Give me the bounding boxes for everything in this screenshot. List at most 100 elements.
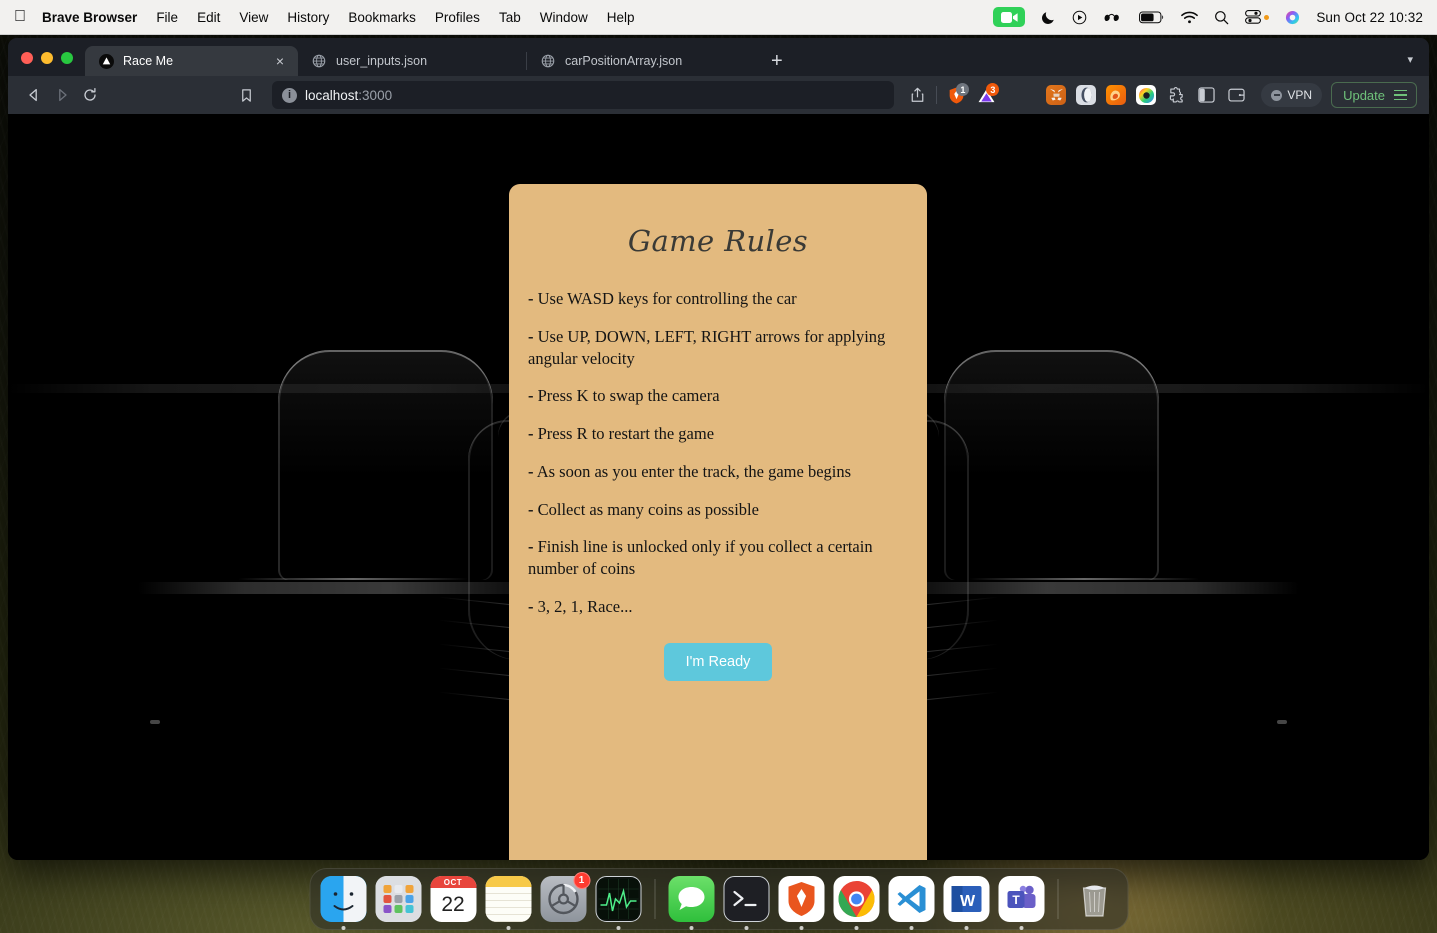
headphones-icon[interactable] xyxy=(1103,11,1123,23)
dock-item-google-chrome[interactable] xyxy=(832,875,880,930)
menu-item-bookmarks[interactable]: Bookmarks xyxy=(348,10,416,25)
running-indicator xyxy=(506,926,510,930)
apple-icon[interactable]:  xyxy=(14,9,26,25)
brave-shields-icon[interactable]: 1 xyxy=(941,81,971,109)
ready-button-row: I'm Ready xyxy=(509,642,927,681)
address-bar[interactable]: i localhost:3000 xyxy=(272,81,895,109)
screen-record-icon[interactable] xyxy=(993,7,1026,27)
dock-item-trash[interactable] xyxy=(1070,875,1118,923)
reload-icon[interactable] xyxy=(76,81,104,109)
menu-item-file[interactable]: File xyxy=(156,10,178,25)
puzzle-icon[interactable] xyxy=(1161,81,1191,109)
menu-item-edit[interactable]: Edit xyxy=(197,10,220,25)
minimize-window-button[interactable] xyxy=(41,52,53,64)
globe-icon xyxy=(540,53,556,69)
dock-item-activity-monitor[interactable] xyxy=(594,875,642,930)
dock-item-brave-browser[interactable] xyxy=(777,875,825,930)
settings-badge: 1 xyxy=(573,872,590,889)
tab-title: user_inputs.json xyxy=(336,54,428,68)
url-host: localhost xyxy=(305,87,359,103)
dock-item-microsoft-teams[interactable]: T xyxy=(997,875,1045,930)
tab-user-inputs-json[interactable]: user_inputs.json xyxy=(298,46,526,76)
new-tab-button[interactable]: + xyxy=(755,51,797,76)
rule-text: As soon as you enter the track, the game… xyxy=(536,461,852,481)
info-icon[interactable]: i xyxy=(282,87,297,103)
rule-text: Press R to restart the game xyxy=(537,424,715,444)
close-icon[interactable]: × xyxy=(272,53,288,69)
running-indicator xyxy=(616,926,620,930)
do-not-disturb-icon[interactable] xyxy=(1041,10,1056,25)
dock-item-finder[interactable] xyxy=(319,875,367,930)
color-wheel-icon[interactable] xyxy=(1131,81,1161,109)
dock-divider xyxy=(1057,879,1058,919)
running-indicator xyxy=(689,926,693,930)
menu-item-tab[interactable]: Tab xyxy=(499,10,521,25)
running-indicator xyxy=(744,926,748,930)
update-button[interactable]: Update xyxy=(1331,82,1417,108)
bullet-dash: - xyxy=(528,461,534,481)
dock-item-system-settings[interactable]: 1 xyxy=(539,872,590,923)
vpn-button[interactable]: VPN xyxy=(1261,83,1323,107)
menu-item-history[interactable]: History xyxy=(287,10,329,25)
maximize-window-button[interactable] xyxy=(61,52,73,64)
tab-title: carPositionArray.json xyxy=(565,54,683,68)
dock-item-calendar[interactable]: OCT 22 xyxy=(429,875,477,923)
dock-item-messages[interactable] xyxy=(667,875,715,930)
dock-item-terminal[interactable] xyxy=(722,875,770,930)
menu-app-name[interactable]: Brave Browser xyxy=(42,10,137,25)
vercel-triangle-icon[interactable]: 3 xyxy=(971,81,1001,109)
back-arrow-icon[interactable] xyxy=(20,81,48,109)
rule-item: - As soon as you enter the track, the ga… xyxy=(528,461,908,483)
wallet-icon[interactable] xyxy=(1221,81,1251,109)
share-icon[interactable] xyxy=(902,81,932,109)
vpn-label: VPN xyxy=(1287,88,1313,102)
url-port: :3000 xyxy=(358,87,393,103)
menu-bar-clock[interactable]: Sun Oct 22 10:32 xyxy=(1316,10,1423,25)
window-controls xyxy=(8,52,85,76)
now-playing-icon[interactable] xyxy=(1072,10,1087,25)
dock-item-notes[interactable] xyxy=(484,875,532,930)
url-text: localhost:3000 xyxy=(305,88,392,103)
siri-icon[interactable] xyxy=(1285,10,1300,25)
control-center-icon[interactable] xyxy=(1245,10,1270,24)
bullet-dash: - xyxy=(528,326,534,346)
rule-item: - Press K to swap the camera xyxy=(528,385,908,407)
close-window-button[interactable] xyxy=(21,52,33,64)
sidebar-icon[interactable] xyxy=(1191,81,1221,109)
vpn-status-icon xyxy=(1271,89,1283,101)
tab-search-chevron-down-icon[interactable]: ▾ xyxy=(1407,53,1429,76)
wifi-icon[interactable] xyxy=(1181,11,1199,24)
search-icon[interactable] xyxy=(1214,10,1229,25)
brave-browser-window: Race Me × user_inputs.json carPositionAr… xyxy=(8,38,1429,860)
metamask-icon[interactable] xyxy=(1041,81,1071,109)
tab-car-position-array-json[interactable]: carPositionArray.json xyxy=(527,46,755,76)
bullet-dash: - xyxy=(528,386,534,406)
menu-item-profiles[interactable]: Profiles xyxy=(435,10,480,25)
menu-item-view[interactable]: View xyxy=(239,10,268,25)
rule-text: 3, 2, 1, Race... xyxy=(537,596,633,616)
hamburger-menu-icon[interactable] xyxy=(1394,89,1407,101)
firefox-relay-icon[interactable] xyxy=(1101,81,1131,109)
dock-item-visual-studio-code[interactable] xyxy=(887,875,935,930)
bookmark-icon[interactable] xyxy=(232,81,260,109)
rule-text: Use WASD keys for controlling the car xyxy=(537,289,797,308)
dock-item-microsoft-word[interactable]: W xyxy=(942,875,990,930)
im-ready-button[interactable]: I'm Ready xyxy=(663,642,773,681)
menu-item-help[interactable]: Help xyxy=(607,10,635,25)
calendar-month: OCT xyxy=(430,876,476,888)
running-indicator xyxy=(909,926,913,930)
menu-item-window[interactable]: Window xyxy=(540,10,588,25)
running-indicator xyxy=(341,926,345,930)
dock-divider xyxy=(654,879,655,919)
bullet-dash: - xyxy=(528,537,534,557)
battery-icon[interactable] xyxy=(1139,11,1165,24)
browser-toolbar: i localhost:3000 1 3 VPN Update xyxy=(8,76,1429,114)
dock-item-launchpad[interactable] xyxy=(374,875,422,923)
calendar-day: 22 xyxy=(441,893,465,916)
toolbar-divider xyxy=(936,86,938,104)
tab-race-me[interactable]: Race Me × xyxy=(85,46,298,76)
page-viewport: Game Rules - Use WASD keys for controlli… xyxy=(8,114,1429,860)
brave-rewards-icon[interactable] xyxy=(1071,81,1101,109)
forward-arrow-icon[interactable] xyxy=(48,81,76,109)
bullet-dash: - xyxy=(528,424,534,444)
